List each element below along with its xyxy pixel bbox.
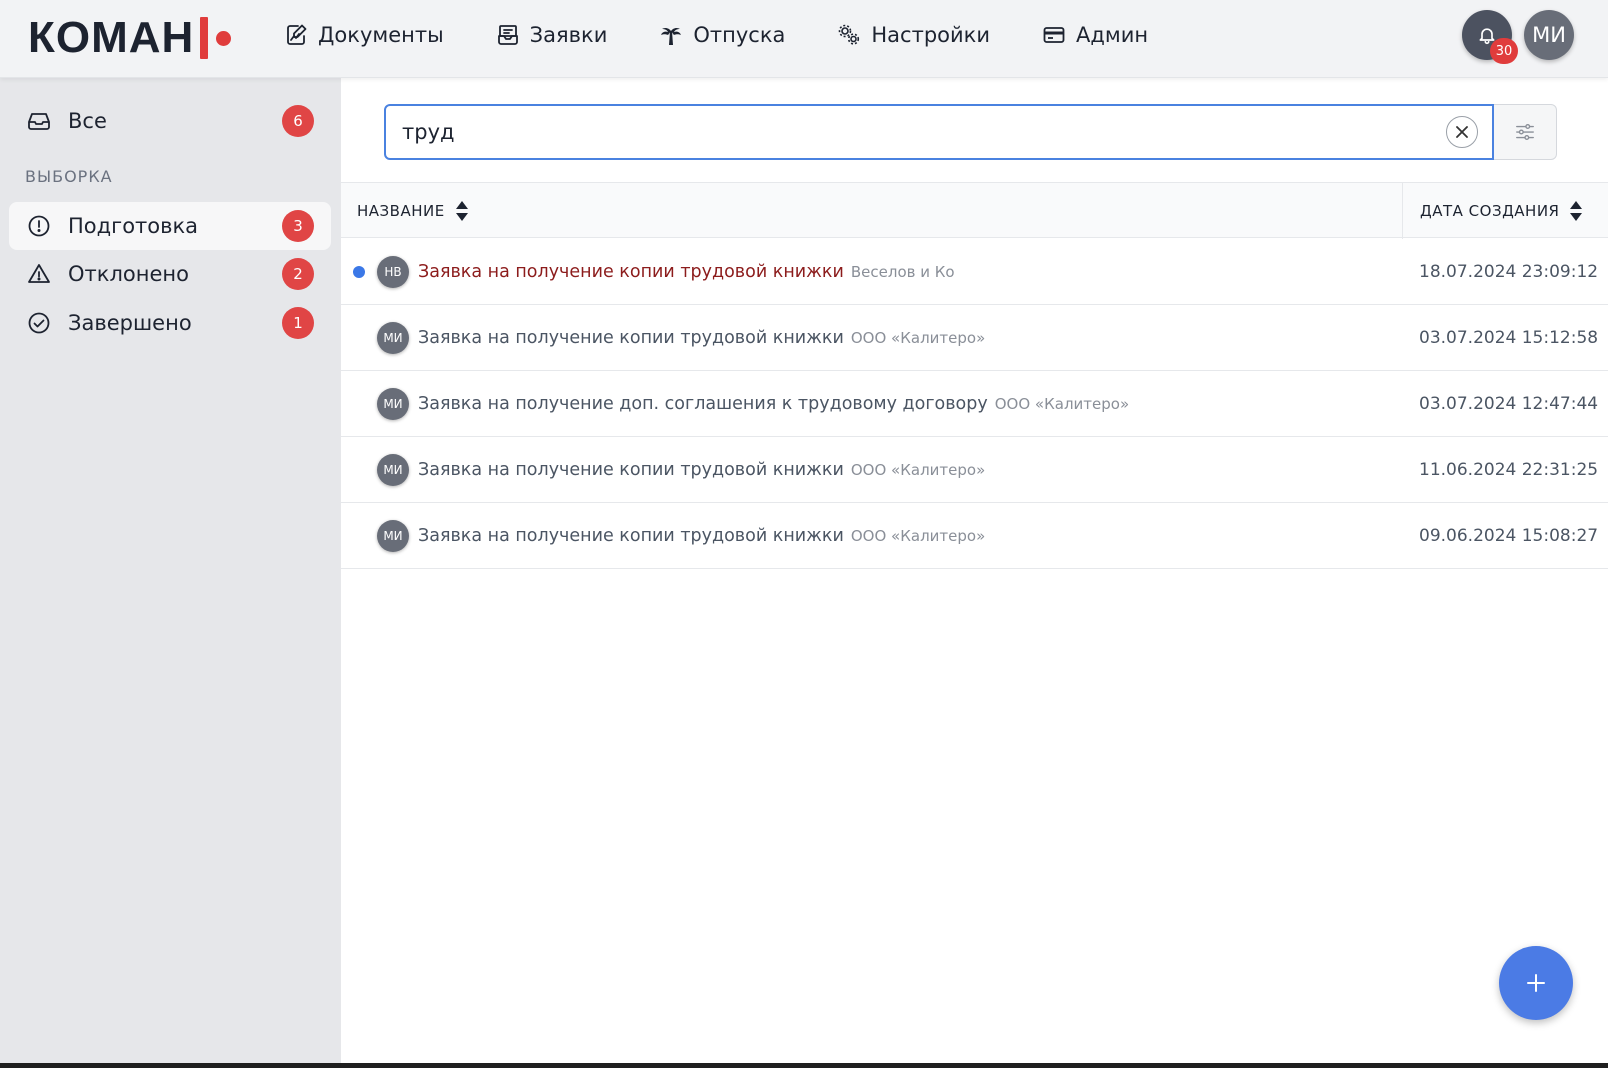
row-title: Заявка на получение копии трудовой книжк… <box>418 305 985 371</box>
logo-bar-mark <box>200 17 209 59</box>
logo[interactable]: КОМАН <box>28 10 232 66</box>
count-badge: 6 <box>282 105 314 137</box>
sidebar-item-label: Отклонено <box>68 262 189 286</box>
sidebar: Все 6 ВЫБОРКА Подготовка 3 Отклонено 2 З… <box>0 78 341 1063</box>
column-header-date[interactable]: ДАТА СОЗДАНИЯ <box>1402 183 1608 239</box>
card-icon <box>1043 27 1065 43</box>
nav-item-requests[interactable]: Заявки <box>496 23 608 47</box>
top-header: КОМАН Документы Заявки Отпуска Настройки… <box>0 0 1608 78</box>
inbox-tray-icon <box>28 113 50 130</box>
avatar: МИ <box>377 454 409 486</box>
nav-item-documents[interactable]: Документы <box>284 23 444 47</box>
nav-label: Отпуска <box>693 23 786 47</box>
sidebar-item-label: Завершено <box>68 311 192 335</box>
search-bar <box>384 104 1557 160</box>
nav-item-settings[interactable]: Настройки <box>837 23 990 47</box>
request-title: Заявка на получение копии трудовой книжк… <box>418 526 844 546</box>
user-avatar[interactable]: МИ <box>1524 10 1574 60</box>
unread-indicator <box>353 266 365 278</box>
avatar: МИ <box>377 388 409 420</box>
created-date: 03.07.2024 15:12:58 <box>1419 328 1599 348</box>
row-title: Заявка на получение копии трудовой книжк… <box>418 437 985 503</box>
sidebar-item-label: Все <box>68 109 107 133</box>
inbox-icon <box>497 25 518 45</box>
sidebar-item-all[interactable]: Все 6 <box>9 97 331 145</box>
table-row[interactable]: МИ Заявка на получение копии трудовой кн… <box>341 305 1608 371</box>
column-header-name[interactable]: НАЗВАНИЕ <box>357 183 469 239</box>
created-date: 09.06.2024 15:08:27 <box>1419 526 1599 546</box>
sort-icon <box>1570 201 1583 221</box>
table-row[interactable]: МИ Заявка на получение копии трудовой кн… <box>341 503 1608 569</box>
check-circle-icon <box>28 312 50 334</box>
warning-triangle-icon <box>28 264 50 283</box>
main-nav: Документы Заявки Отпуска Настройки Админ <box>284 0 1200 70</box>
organization-name: ООО «Калитеро» <box>850 461 986 479</box>
avatar: МИ <box>377 322 409 354</box>
clear-search-button[interactable] <box>1446 116 1478 148</box>
logo-dot-mark <box>216 30 232 46</box>
nav-item-vacations[interactable]: Отпуска <box>659 23 785 47</box>
add-request-button[interactable] <box>1499 946 1573 1020</box>
row-title: Заявка на получение копии трудовой книжк… <box>418 239 955 305</box>
sidebar-item-label: Подготовка <box>68 214 199 238</box>
request-title: Заявка на получение копии трудовой книжк… <box>418 262 844 282</box>
avatar: МИ <box>377 520 409 552</box>
gears-icon <box>839 24 860 45</box>
table-row[interactable]: МИ Заявка на получение доп. соглашения к… <box>341 371 1608 437</box>
logo-text: КОМАН <box>28 13 195 62</box>
sliders-icon <box>1516 123 1535 141</box>
document-edit-icon <box>287 24 307 45</box>
nav-label: Документы <box>318 23 444 47</box>
request-title: Заявка на получение копии трудовой книжк… <box>418 460 844 480</box>
exclamation-circle-icon <box>28 215 50 237</box>
organization-name: ООО «Калитеро» <box>850 329 986 347</box>
close-icon <box>1456 126 1468 138</box>
row-title: Заявка на получение копии трудовой книжк… <box>418 503 985 569</box>
request-title: Заявка на получение копии трудовой книжк… <box>418 328 844 348</box>
notifications-count-badge: 30 <box>1490 38 1518 64</box>
row-title: Заявка на получение доп. соглашения к тр… <box>418 371 1129 437</box>
count-badge: 3 <box>282 210 314 242</box>
created-date: 18.07.2024 23:09:12 <box>1419 262 1599 282</box>
nav-item-admin[interactable]: Админ <box>1042 23 1148 47</box>
column-header-label: НАЗВАНИЕ <box>357 202 445 220</box>
request-title: Заявка на получение доп. соглашения к тр… <box>418 394 988 414</box>
search-input[interactable] <box>384 104 1495 160</box>
sidebar-item-rejected[interactable]: Отклонено 2 <box>9 250 331 298</box>
organization-name: Веселов и Ко <box>850 263 955 281</box>
app-window: КОМАН Документы Заявки Отпуска Настройки… <box>0 0 1608 1063</box>
plus-icon <box>1527 974 1545 992</box>
palm-tree-icon <box>661 27 682 45</box>
column-header-label: ДАТА СОЗДАНИЯ <box>1420 202 1560 220</box>
sidebar-item-preparation[interactable]: Подготовка 3 <box>9 202 331 250</box>
table-header: НАЗВАНИЕ ДАТА СОЗДАНИЯ <box>341 182 1608 239</box>
count-badge: 2 <box>282 258 314 290</box>
created-date: 03.07.2024 12:47:44 <box>1419 394 1599 414</box>
count-badge: 1 <box>282 307 314 339</box>
organization-name: ООО «Калитеро» <box>994 395 1130 413</box>
nav-label: Заявки <box>529 23 608 47</box>
nav-label: Админ <box>1076 23 1149 47</box>
main-content: НАЗВАНИЕ ДАТА СОЗДАНИЯ НВ Заявка на полу… <box>341 78 1608 1063</box>
notifications-button[interactable]: 30 <box>1462 10 1518 64</box>
sidebar-item-completed[interactable]: Завершено 1 <box>9 299 331 347</box>
sidebar-section-title: ВЫБОРКА <box>25 167 113 186</box>
table-row[interactable]: НВ Заявка на получение копии трудовой кн… <box>341 239 1608 305</box>
avatar: НВ <box>377 256 409 288</box>
created-date: 11.06.2024 22:31:25 <box>1419 460 1599 480</box>
filter-button[interactable] <box>1494 104 1557 160</box>
nav-label: Настройки <box>871 23 990 47</box>
table-row[interactable]: МИ Заявка на получение копии трудовой кн… <box>341 437 1608 503</box>
sort-icon <box>455 201 468 221</box>
organization-name: ООО «Калитеро» <box>850 527 986 545</box>
